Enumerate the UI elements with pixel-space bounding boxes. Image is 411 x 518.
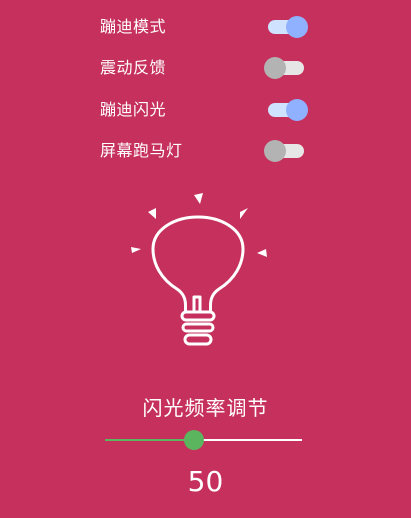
light-rays [131,193,267,257]
frequency-title: 闪光频率调节 [142,396,269,420]
toggle-thumb [264,140,286,162]
light-ray [148,208,156,219]
setting-label-disco-flash: 蹦迪闪光 [100,100,167,119]
light-bulb-icon [131,193,267,346]
vibration-toggle[interactable] [264,56,306,80]
screen-marquee-toggle[interactable] [264,139,306,163]
bulb-filament [192,295,202,314]
bulb-base-ring [181,322,215,333]
slider-fill [105,439,194,441]
light-ray [240,208,248,219]
disco-mode-toggle[interactable] [266,15,308,39]
light-ray [257,249,267,257]
disco-flash-toggle[interactable] [266,98,308,122]
bulb-base-cap [183,333,213,346]
setting-label-disco-mode: 蹦迪模式 [100,17,167,36]
setting-row-vibration: 震动反馈 [100,53,310,83]
setting-label-vibration: 震动反馈 [100,58,167,77]
setting-row-disco-mode: 蹦迪模式 [100,12,310,42]
setting-row-disco-flash: 蹦迪闪光 [100,95,310,125]
frequency-slider[interactable] [105,429,302,451]
setting-row-screen-marquee: 屏幕跑马灯 [100,136,310,166]
toggle-thumb [286,16,308,38]
light-ray [194,193,203,204]
light-ray [131,247,141,253]
toggle-thumb [286,99,308,121]
slider-knob[interactable] [183,430,204,450]
toggle-thumb [264,57,286,79]
bulb-outline [151,215,245,346]
bulb-base-ring [180,310,216,322]
frequency-value: 50 [187,465,224,498]
setting-label-screen-marquee: 屏幕跑马灯 [100,141,183,160]
